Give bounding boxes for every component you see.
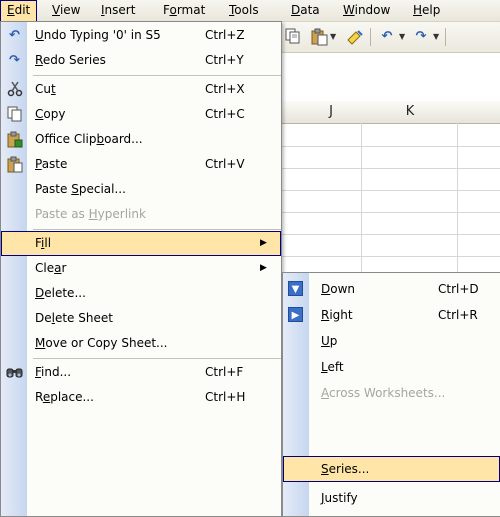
edit-menu-dropdown: ↶ Undo Typing '0' in S5 Ctrl+Z ↷ Redo Se… [0,21,282,517]
redo-dropdown-icon[interactable]: ▼ [433,32,439,41]
menu-item-paste-as-hyperlink[interactable]: Paste as Hyperlink [1,202,281,227]
shortcut-label: Ctrl+X [205,82,245,96]
menu-item-fill[interactable]: Fill ▶ [1,231,281,256]
shortcut-label: Ctrl+D [438,282,479,296]
fill-submenu: ▼ Down Ctrl+D ▶ Right Ctrl+R Up Left Acr… [282,272,500,517]
menu-item-label: Paste as Hyperlink [35,207,146,221]
menu-view[interactable]: View [45,0,87,21]
menu-separator [33,75,281,76]
paste-icon [6,156,23,173]
menu-item-label: Paste Special... [35,182,126,196]
shortcut-label: Ctrl+H [205,390,246,404]
menu-item-label: Find... [35,365,72,379]
menu-item-move-or-copy-sheet[interactable]: Move or Copy Sheet... [1,331,281,356]
menu-item-delete-sheet[interactable]: Delete Sheet [1,306,281,331]
menu-item-replace[interactable]: Replace... Ctrl+H [1,385,281,410]
formula-bar[interactable] [270,53,500,102]
redo-icon[interactable]: ↷ [412,28,430,46]
gridline [270,146,500,147]
shortcut-label: Ctrl+C [205,107,245,121]
menu-item-find[interactable]: Find... Ctrl+F [1,360,281,385]
menu-item-label: Cut [35,82,56,96]
menu-item-paste-special[interactable]: Paste Special... [1,177,281,202]
submenu-item-left[interactable]: Left [283,354,500,380]
menu-item-label: Undo Typing '0' in S5 [35,28,161,42]
gridline [270,212,500,213]
menu-item-label: Clear [35,261,67,275]
menu-item-label: Delete... [35,286,86,300]
toolbar-separator [370,28,371,46]
menu-item-copy[interactable]: Copy Ctrl+C [1,102,281,127]
menu-item-label: Series... [321,462,370,476]
undo-icon[interactable]: ↶ [378,28,396,46]
gridline [270,190,500,191]
cut-icon [6,81,23,98]
menu-insert[interactable]: Insert [94,0,142,21]
undo-dropdown-icon[interactable]: ▼ [399,32,405,41]
menu-item-label: Across Worksheets... [321,386,446,400]
menu-item-redo[interactable]: ↷ Redo Series Ctrl+Y [1,48,281,73]
submenu-arrow-icon: ▶ [260,238,267,248]
copy-icon[interactable] [284,28,302,46]
column-header-j[interactable]: J [300,101,363,124]
menu-item-office-clipboard[interactable]: Office Clipboard... [1,127,281,152]
shortcut-label: Ctrl+Y [205,53,244,67]
menu-item-undo[interactable]: ↶ Undo Typing '0' in S5 Ctrl+Z [1,23,281,48]
menu-item-label: Office Clipboard... [35,132,143,146]
submenu-item-up[interactable]: Up [283,328,500,354]
menu-item-label: Copy [35,107,66,121]
copy-icon [6,106,23,123]
menu-item-label: Right [321,308,353,322]
fill-right-icon: ▶ [288,307,303,322]
menu-tools[interactable]: Tools [222,0,266,21]
gridline [270,168,500,169]
shortcut-label: Ctrl+Z [205,28,245,42]
submenu-item-right[interactable]: ▶ Right Ctrl+R [283,302,500,328]
menu-item-label: Up [321,334,338,348]
menu-item-label: Delete Sheet [35,311,113,325]
menu-item-label: Paste [35,157,68,171]
submenu-item-justify[interactable]: Justify [283,485,500,511]
gridline [270,256,500,257]
menu-item-label: Redo Series [35,53,106,67]
menu-separator [33,229,281,230]
toolbar-separator [445,28,446,46]
menu-edit[interactable]: Edit [0,0,38,21]
submenu-arrow-icon: ▶ [260,263,267,273]
menu-item-paste[interactable]: Paste Ctrl+V [1,152,281,177]
column-header-k[interactable]: K [362,101,459,124]
menu-item-label: Fill [35,236,52,250]
menu-item-label: Move or Copy Sheet... [35,336,168,350]
paste-icon[interactable] [310,28,328,46]
standard-toolbar: ▼ ↶ ▼ ↷ ▼ [270,22,500,53]
menu-item-clear[interactable]: Clear ▶ [1,256,281,281]
column-header-l[interactable] [458,101,500,124]
gridline [270,234,500,235]
menu-item-label: Down [321,282,356,296]
menu-data[interactable]: Data [284,0,327,21]
shortcut-label: Ctrl+V [205,157,245,171]
menu-separator [33,358,281,359]
paste-dropdown-icon[interactable]: ▼ [330,32,336,41]
submenu-item-series[interactable]: Series... [283,456,500,482]
find-icon [6,364,23,381]
menu-item-cut[interactable]: Cut Ctrl+X [1,77,281,102]
menu-help[interactable]: Help [406,0,447,21]
format-painter-icon[interactable] [346,28,364,46]
office-clipboard-icon [6,131,23,148]
shortcut-label: Ctrl+R [438,308,478,322]
redo-icon: ↷ [9,53,20,68]
menu-window[interactable]: Window [336,0,397,21]
submenu-item-across-worksheets[interactable]: Across Worksheets... [283,380,500,406]
menu-item-delete[interactable]: Delete... [1,281,281,306]
menu-item-label: Replace... [35,390,94,404]
menu-format[interactable]: Format [156,0,212,21]
shortcut-label: Ctrl+F [205,365,244,379]
submenu-item-down[interactable]: ▼ Down Ctrl+D [283,276,500,302]
undo-icon: ↶ [9,28,20,43]
menu-item-label: Left [321,360,344,374]
menu-bar: Edit View Insert Format Tools Data Windo… [0,0,500,22]
fill-down-icon: ▼ [288,281,303,296]
menu-item-label: Justify [321,491,358,505]
